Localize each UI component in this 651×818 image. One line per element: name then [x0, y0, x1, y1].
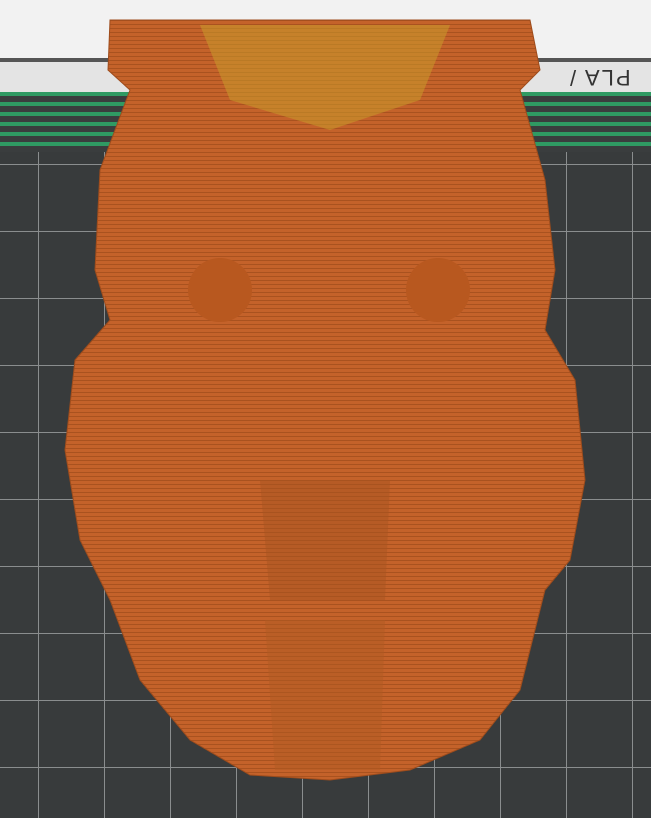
left-eye	[188, 258, 252, 322]
right-eye	[406, 258, 470, 322]
model-preview[interactable]	[0, 0, 651, 818]
belly-pattern	[260, 480, 390, 600]
base-pattern	[265, 620, 385, 770]
